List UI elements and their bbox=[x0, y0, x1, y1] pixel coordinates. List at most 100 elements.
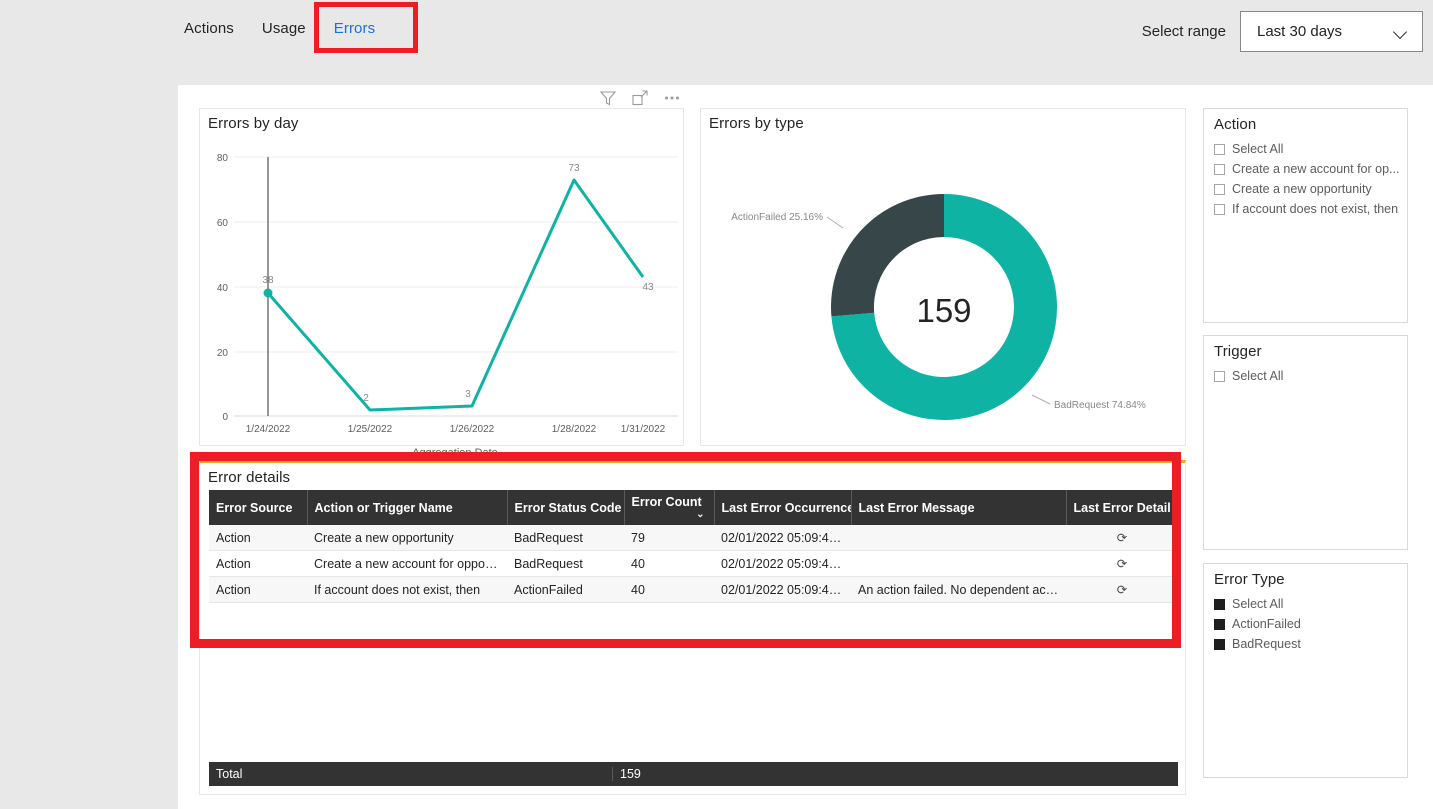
checkbox-icon[interactable] bbox=[1214, 164, 1225, 175]
cell-error-source: Action bbox=[209, 551, 307, 577]
trigger-filter-title: Trigger bbox=[1204, 336, 1407, 364]
tab-usage-label: Usage bbox=[262, 20, 306, 37]
range-dropdown-value: Last 30 days bbox=[1257, 23, 1342, 40]
chevron-down-icon bbox=[1394, 25, 1408, 39]
errors-by-type-plot: 159 ActionFailed 25.16% BadRequest 74.84… bbox=[701, 132, 1187, 442]
x-tick-3: 1/28/2022 bbox=[552, 424, 597, 435]
cell-last-message: An action failed. No dependent actions s… bbox=[851, 577, 1066, 603]
tab-strip: Actions Usage Errors bbox=[170, 0, 389, 56]
filter-icon[interactable] bbox=[599, 89, 617, 107]
error-type-filter-item-select-all[interactable]: Select All bbox=[1214, 594, 1407, 614]
table-row[interactable]: Action Create a new account for opportun… bbox=[209, 551, 1178, 577]
errors-by-day-visual[interactable]: Errors by day 80 60 40 20 0 bbox=[199, 108, 684, 446]
callout-line-actionfailed bbox=[827, 217, 843, 228]
col-error-status-code[interactable]: Error Status Code bbox=[507, 490, 624, 525]
col-last-error-occurrence[interactable]: Last Error Occurrence bbox=[714, 490, 851, 525]
cell-status-code: ActionFailed bbox=[507, 577, 624, 603]
tab-usage[interactable]: Usage bbox=[248, 0, 320, 56]
action-filter-item-select-all[interactable]: Select All bbox=[1214, 139, 1407, 159]
data-label-3: 73 bbox=[568, 163, 580, 174]
tab-actions[interactable]: Actions bbox=[170, 0, 248, 56]
checkbox-icon[interactable] bbox=[1214, 619, 1225, 630]
cell-last-occurrence: 02/01/2022 05:09:49 AM bbox=[714, 525, 851, 551]
more-options-icon[interactable] bbox=[663, 89, 681, 107]
sort-descending-icon: ⌄ bbox=[696, 509, 704, 520]
action-filter-item-create-account[interactable]: Create a new account for op... bbox=[1214, 159, 1407, 179]
cell-count: 79 bbox=[624, 525, 714, 551]
top-bar: Actions Usage Errors Select range Last 3… bbox=[0, 0, 1433, 85]
error-type-filter-item-actionfailed[interactable]: ActionFailed bbox=[1214, 614, 1407, 634]
cell-last-occurrence: 02/01/2022 05:09:46 AM bbox=[714, 577, 851, 603]
cell-last-detail: ⟳ bbox=[1066, 525, 1178, 551]
checkbox-icon[interactable] bbox=[1214, 144, 1225, 155]
error-type-filter-list: Select All ActionFailed BadRequest bbox=[1204, 592, 1407, 654]
analytics-page: Actions Usage Errors Select range Last 3… bbox=[0, 0, 1433, 809]
y-tick-0: 0 bbox=[222, 412, 228, 423]
col-error-source[interactable]: Error Source bbox=[209, 490, 307, 525]
trigger-filter-list: Select All bbox=[1204, 364, 1407, 386]
tab-errors[interactable]: Errors bbox=[320, 0, 389, 56]
range-selector-group: Select range Last 30 days bbox=[1142, 11, 1423, 52]
refresh-detail-icon[interactable]: ⟳ bbox=[1117, 556, 1127, 571]
x-axis-title: Aggregation Date bbox=[412, 447, 498, 459]
action-filter-item-create-opportunity[interactable]: Create a new opportunity bbox=[1214, 179, 1407, 199]
error-details-visual[interactable]: Error details Error Source Action or Tri… bbox=[199, 460, 1186, 795]
col-last-error-detail[interactable]: Last Error Detail bbox=[1066, 490, 1178, 525]
checkbox-icon[interactable] bbox=[1214, 599, 1225, 610]
data-label-1: 2 bbox=[363, 393, 369, 404]
trigger-filter-label: Select All bbox=[1232, 369, 1283, 383]
callout-label-actionfailed: ActionFailed 25.16% bbox=[731, 212, 823, 223]
table-row[interactable]: Action If account does not exist, then A… bbox=[209, 577, 1178, 603]
x-tick-1: 1/25/2022 bbox=[348, 424, 393, 435]
checkbox-icon[interactable] bbox=[1214, 204, 1225, 215]
cell-name: Create a new account for opportunity bbox=[307, 551, 507, 577]
table-row[interactable]: Action Create a new opportunity BadReque… bbox=[209, 525, 1178, 551]
cell-last-detail: ⟳ bbox=[1066, 577, 1178, 603]
trigger-filter-card[interactable]: Trigger Select All bbox=[1203, 335, 1408, 550]
errors-by-day-plot: 80 60 40 20 0 38 2 3 73 43 1/24/2022 1/2… bbox=[200, 132, 685, 442]
action-filter-item-if-account-not-exist[interactable]: If account does not exist, then bbox=[1214, 199, 1407, 219]
range-dropdown[interactable]: Last 30 days bbox=[1240, 11, 1423, 52]
refresh-detail-icon[interactable]: ⟳ bbox=[1117, 582, 1127, 597]
error-type-filter-label: BadRequest bbox=[1232, 637, 1301, 651]
action-filter-title: Action bbox=[1204, 109, 1407, 137]
checkbox-icon[interactable] bbox=[1214, 639, 1225, 650]
series-point-marker bbox=[264, 289, 273, 298]
action-filter-label: Create a new opportunity bbox=[1232, 182, 1372, 196]
checkbox-icon[interactable] bbox=[1214, 371, 1225, 382]
col-last-error-message[interactable]: Last Error Message bbox=[851, 490, 1066, 525]
total-value: 159 bbox=[613, 767, 641, 781]
x-tick-4: 1/31/2022 bbox=[621, 424, 666, 435]
data-label-4: 43 bbox=[642, 282, 654, 293]
y-tick-80: 80 bbox=[217, 153, 229, 164]
cell-last-occurrence: 02/01/2022 05:09:46 AM bbox=[714, 551, 851, 577]
checkbox-icon[interactable] bbox=[1214, 184, 1225, 195]
trigger-filter-item-select-all[interactable]: Select All bbox=[1214, 366, 1407, 386]
error-type-filter-card[interactable]: Error Type Select All ActionFailed BadRe… bbox=[1203, 563, 1408, 778]
action-filter-list: Select All Create a new account for op..… bbox=[1204, 137, 1407, 219]
error-type-filter-label: ActionFailed bbox=[1232, 617, 1301, 631]
cell-status-code: BadRequest bbox=[507, 551, 624, 577]
error-type-filter-item-badrequest[interactable]: BadRequest bbox=[1214, 634, 1407, 654]
y-tick-60: 60 bbox=[217, 218, 229, 229]
action-filter-label: Select All bbox=[1232, 142, 1283, 156]
table-header-row: Error Source Action or Trigger Name Erro… bbox=[209, 490, 1178, 525]
col-action-trigger-name[interactable]: Action or Trigger Name bbox=[307, 490, 507, 525]
visual-toolbar bbox=[599, 89, 681, 107]
data-label-0: 38 bbox=[262, 275, 274, 286]
cell-name: Create a new opportunity bbox=[307, 525, 507, 551]
refresh-detail-icon[interactable]: ⟳ bbox=[1117, 530, 1127, 545]
error-details-table: Error Source Action or Trigger Name Erro… bbox=[209, 490, 1178, 603]
action-filter-label: Create a new account for op... bbox=[1232, 162, 1399, 176]
errors-by-day-title: Errors by day bbox=[200, 109, 683, 132]
focus-mode-icon[interactable] bbox=[631, 89, 649, 107]
errors-by-type-title: Errors by type bbox=[701, 109, 1185, 132]
x-tick-2: 1/26/2022 bbox=[450, 424, 495, 435]
tab-errors-label: Errors bbox=[334, 20, 375, 37]
errors-by-type-visual[interactable]: Errors by type 159 ActionFailed 25.16% B… bbox=[700, 108, 1186, 446]
cell-name: If account does not exist, then bbox=[307, 577, 507, 603]
action-filter-card[interactable]: Action Select All Create a new account f… bbox=[1203, 108, 1408, 323]
col-error-count[interactable]: Error Count ⌄ bbox=[624, 490, 714, 525]
table-body: Action Create a new opportunity BadReque… bbox=[209, 525, 1178, 603]
col-error-count-label: Error Count bbox=[632, 495, 702, 509]
